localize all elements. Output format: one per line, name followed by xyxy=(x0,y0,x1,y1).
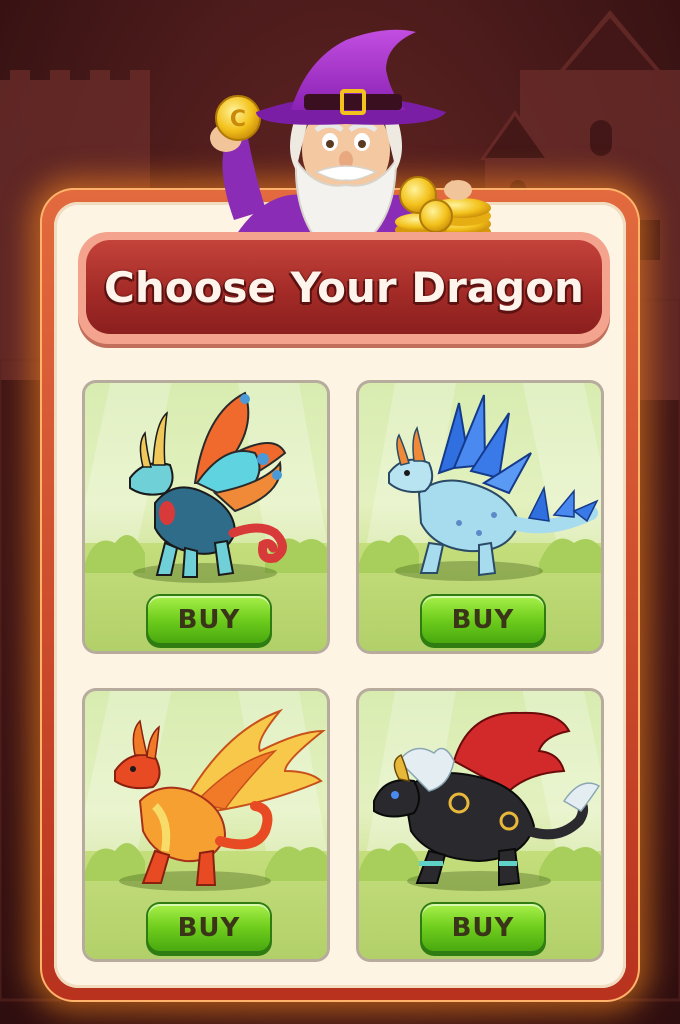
page-title: Choose Your Dragon xyxy=(104,262,584,312)
buy-button[interactable]: BUY xyxy=(420,902,546,956)
dragon-card-4: BUY xyxy=(356,688,604,962)
svg-text:C: C xyxy=(230,107,246,132)
buy-button-label: BUY xyxy=(177,604,241,635)
buy-button[interactable]: BUY xyxy=(420,594,546,648)
buy-button-label: BUY xyxy=(177,912,241,943)
title-banner: Choose Your Dragon xyxy=(78,232,610,344)
buy-button-label: BUY xyxy=(451,604,515,635)
buy-button[interactable]: BUY xyxy=(146,594,272,648)
buy-button-label: BUY xyxy=(451,912,515,943)
buy-button[interactable]: BUY xyxy=(146,902,272,956)
dragon-card-2: BUY xyxy=(356,380,604,654)
dragon-card-1: BUY xyxy=(82,380,330,654)
dragon-card-3: BUY xyxy=(82,688,330,962)
